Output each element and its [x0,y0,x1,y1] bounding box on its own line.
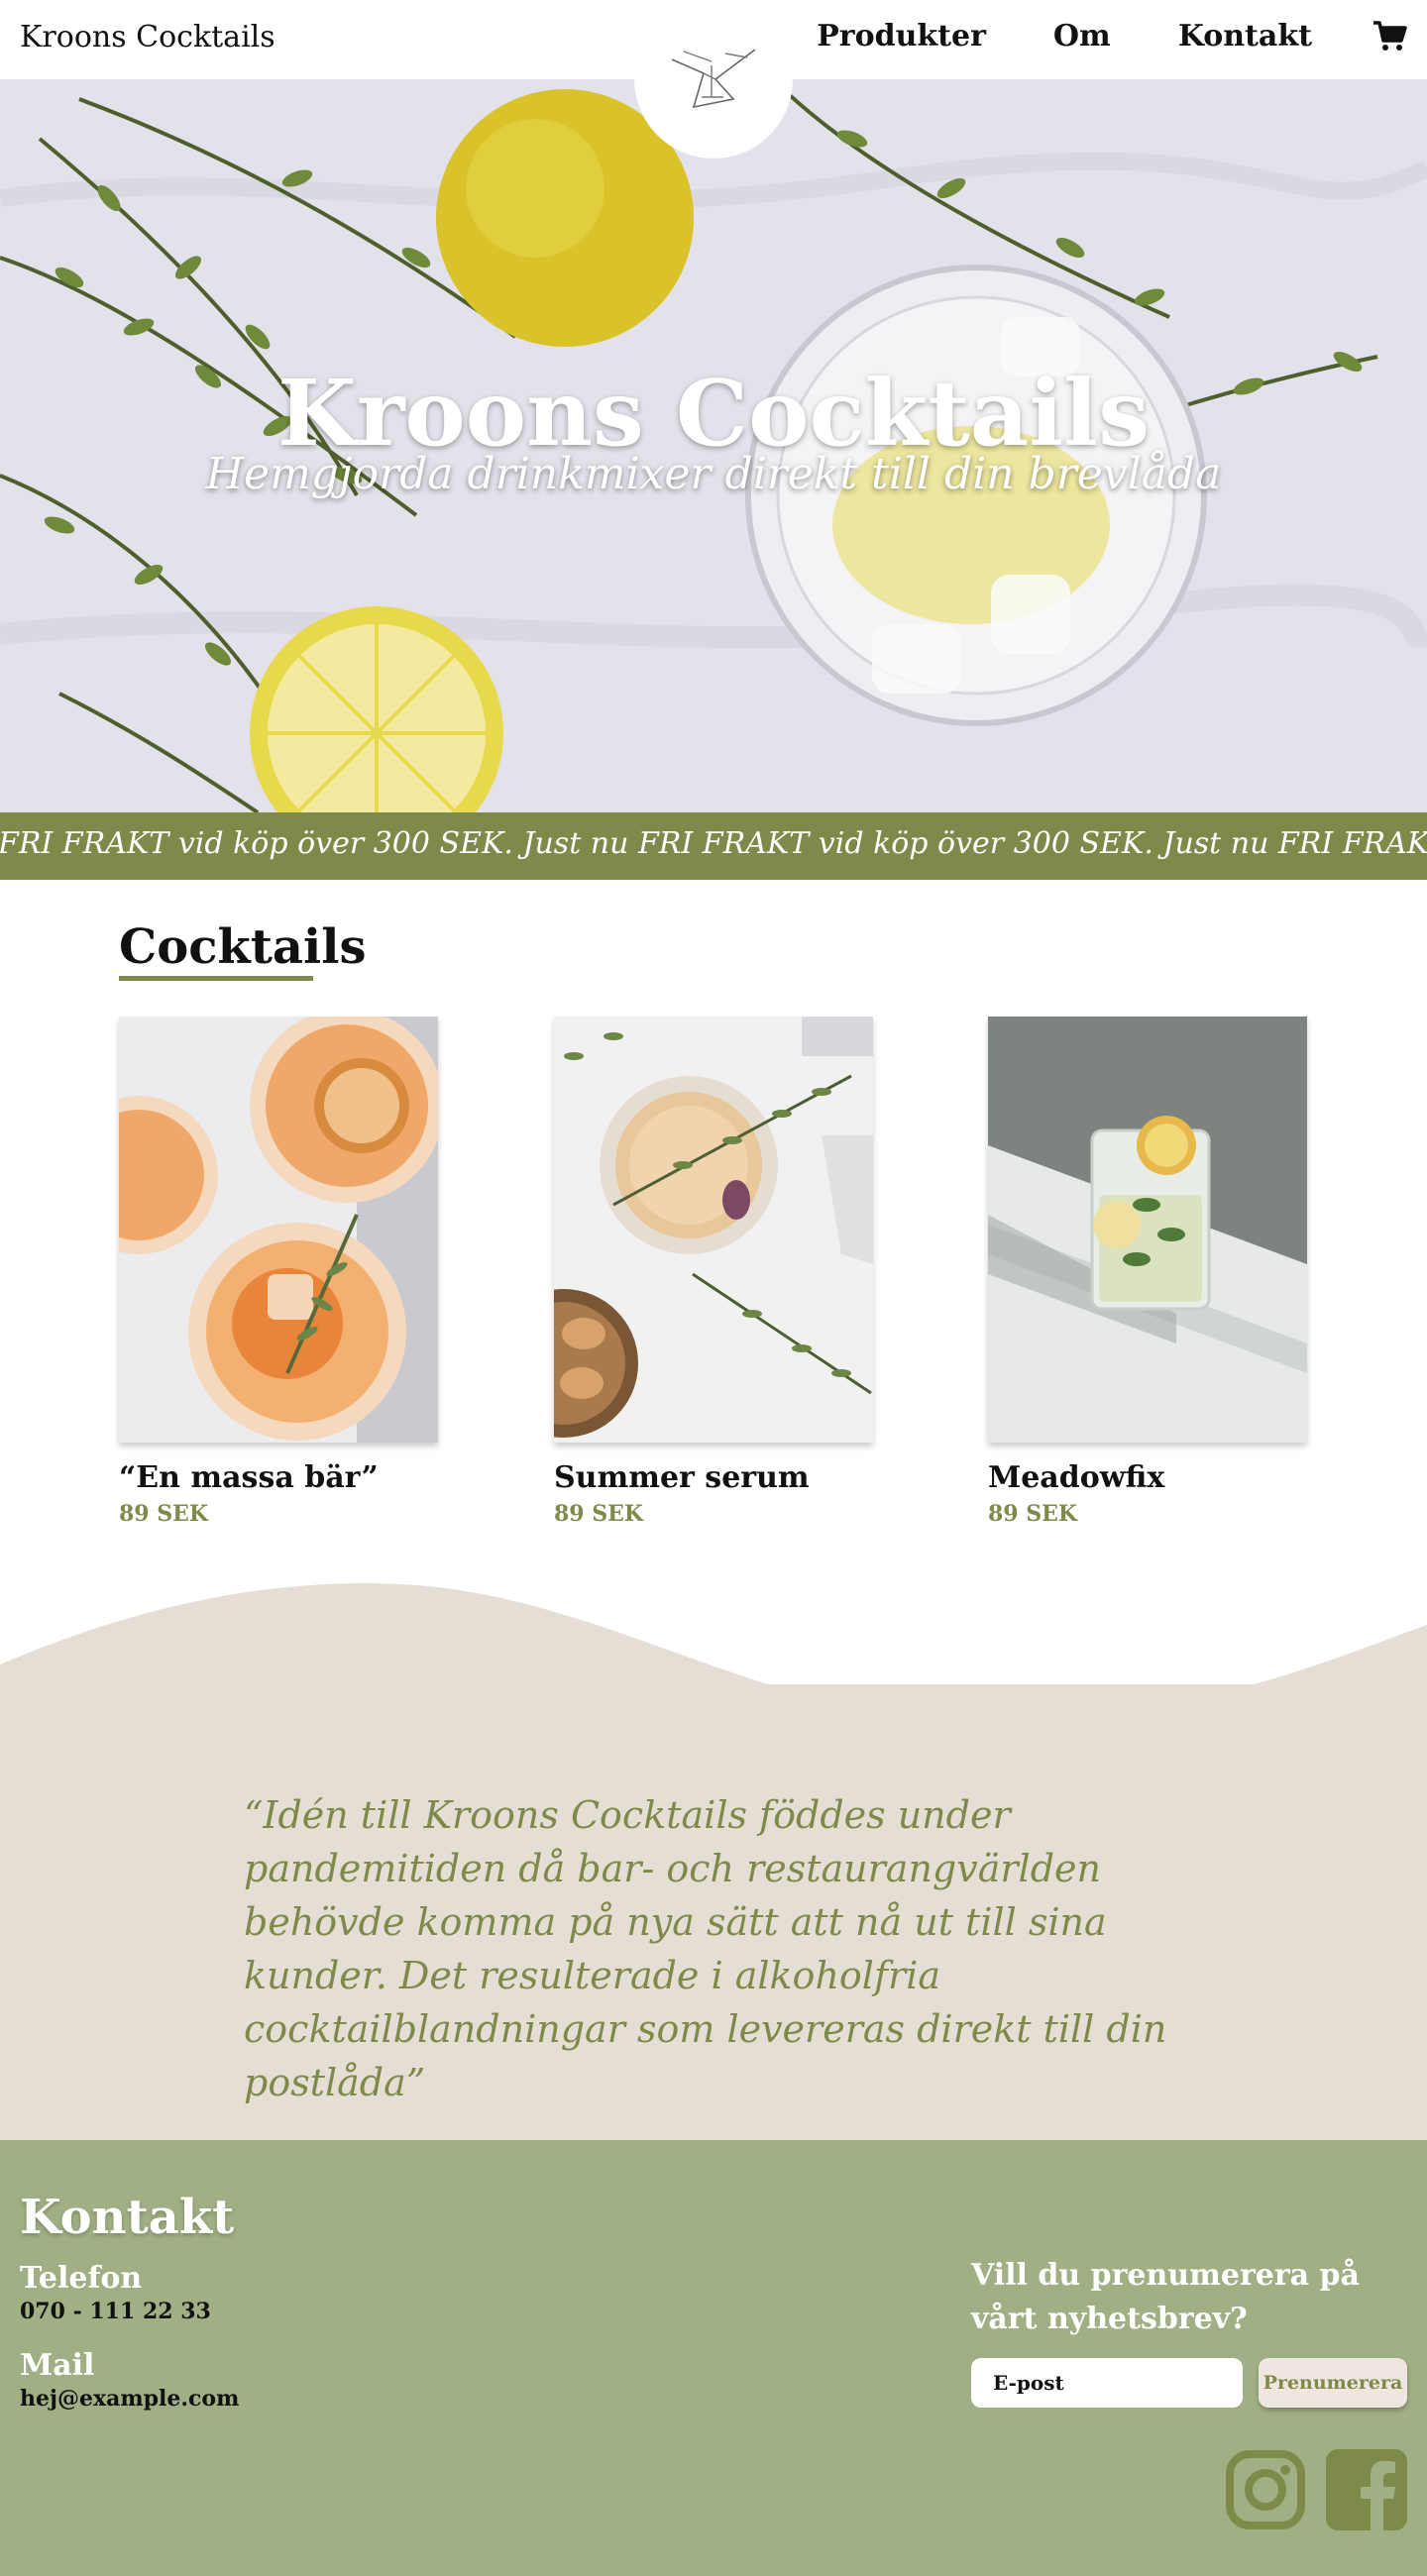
contact-heading: Kontakt [20,2190,235,2245]
product-image[interactable] [119,1017,438,1443]
mail-address[interactable]: hej@example.com [20,2386,239,2412]
logo-badge[interactable] [634,0,793,159]
heading-underline [119,976,313,981]
email-input[interactable] [971,2358,1243,2408]
nav-link-kontakt[interactable]: Kontakt [1178,19,1312,54]
product-card[interactable]: “En massa bär” 89 SEK [119,1017,438,1527]
nav-link-om[interactable]: Om [1053,19,1111,54]
hero-banner: Kroons Cocktails Hemgjorda drinkmixer di… [0,79,1427,812]
subscribe-button[interactable]: Prenumerera [1259,2358,1407,2408]
phone-label: Telefon [20,2261,143,2296]
newsletter-prompt: Vill du prenumerera på vårt nyhetsbrev? [971,2258,1360,2336]
product-name[interactable]: Summer serum [554,1460,873,1495]
site-footer: Kontakt Telefon 070 - 111 22 33 Mail hej… [0,2140,1427,2576]
section-wave [0,1583,1427,1689]
product-card[interactable]: Meadowfix 89 SEK [988,1017,1307,1527]
product-image[interactable] [988,1017,1307,1443]
phone-number[interactable]: 070 - 111 22 33 [20,2299,211,2324]
hero-subtitle: Hemgjorda drinkmixer direkt till din bre… [205,449,1222,499]
cocktail-logo-icon [671,49,756,109]
brand-link[interactable]: Kroons Cocktails [20,20,275,54]
shipping-banner: FRI FRAKT vid köp över 300 SEK. Just nu … [0,812,1427,880]
about-quote: “Idén till Kroons Cocktails föddes under… [244,1793,1167,2104]
product-price: 89 SEK [988,1501,1078,1527]
cocktails-heading: Cocktails [119,919,367,975]
shopping-cart-icon[interactable] [1372,18,1407,54]
mail-label: Mail [20,2348,95,2383]
shipping-banner-text: FRI FRAKT vid köp över 300 SEK. Just nu … [0,826,1427,861]
product-name[interactable]: “En massa bär” [119,1460,438,1495]
product-price: 89 SEK [554,1501,644,1527]
facebook-icon[interactable] [1326,2449,1407,2530]
product-card[interactable]: Summer serum 89 SEK [554,1017,873,1527]
product-name[interactable]: Meadowfix [988,1460,1307,1495]
product-price: 89 SEK [119,1501,209,1527]
nav-link-produkter[interactable]: Produkter [817,19,986,54]
product-image[interactable] [554,1017,873,1443]
main-nav: Produkter Om Kontakt [749,18,1407,54]
instagram-icon[interactable] [1225,2449,1306,2530]
